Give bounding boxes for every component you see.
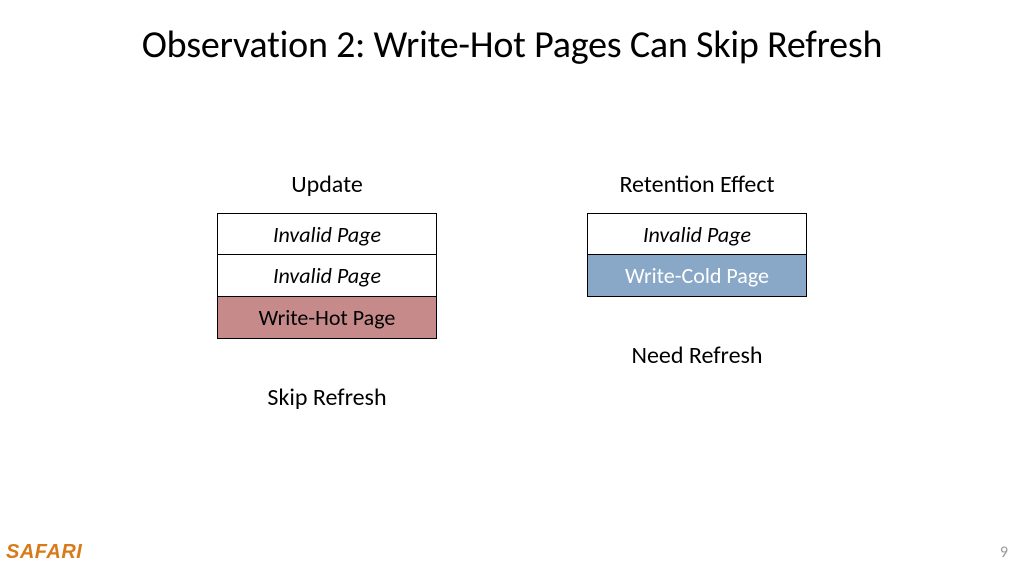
right-top-label: Retention Effect xyxy=(619,170,774,199)
page-block-write-cold: Write-Cold Page xyxy=(587,255,807,297)
left-column: Update Invalid Page Invalid Page Write-H… xyxy=(217,170,437,412)
page-block-write-hot: Write-Hot Page xyxy=(217,297,437,339)
page-block-invalid: Invalid Page xyxy=(217,255,437,297)
safari-logo: SAFARI xyxy=(6,541,82,564)
left-top-label: Update xyxy=(291,170,363,199)
page-block-invalid: Invalid Page xyxy=(587,213,807,255)
right-bottom-label: Need Refresh xyxy=(631,341,762,370)
left-stack: Invalid Page Invalid Page Write-Hot Page xyxy=(217,213,437,339)
left-bottom-label: Skip Refresh xyxy=(267,383,386,412)
page-number: 9 xyxy=(1000,543,1008,562)
page-block-invalid: Invalid Page xyxy=(217,213,437,255)
right-column: Retention Effect Invalid Page Write-Cold… xyxy=(587,170,807,412)
slide-title: Observation 2: Write-Hot Pages Can Skip … xyxy=(0,22,1024,68)
diagram-columns: Update Invalid Page Invalid Page Write-H… xyxy=(0,170,1024,412)
right-stack: Invalid Page Write-Cold Page xyxy=(587,213,807,297)
